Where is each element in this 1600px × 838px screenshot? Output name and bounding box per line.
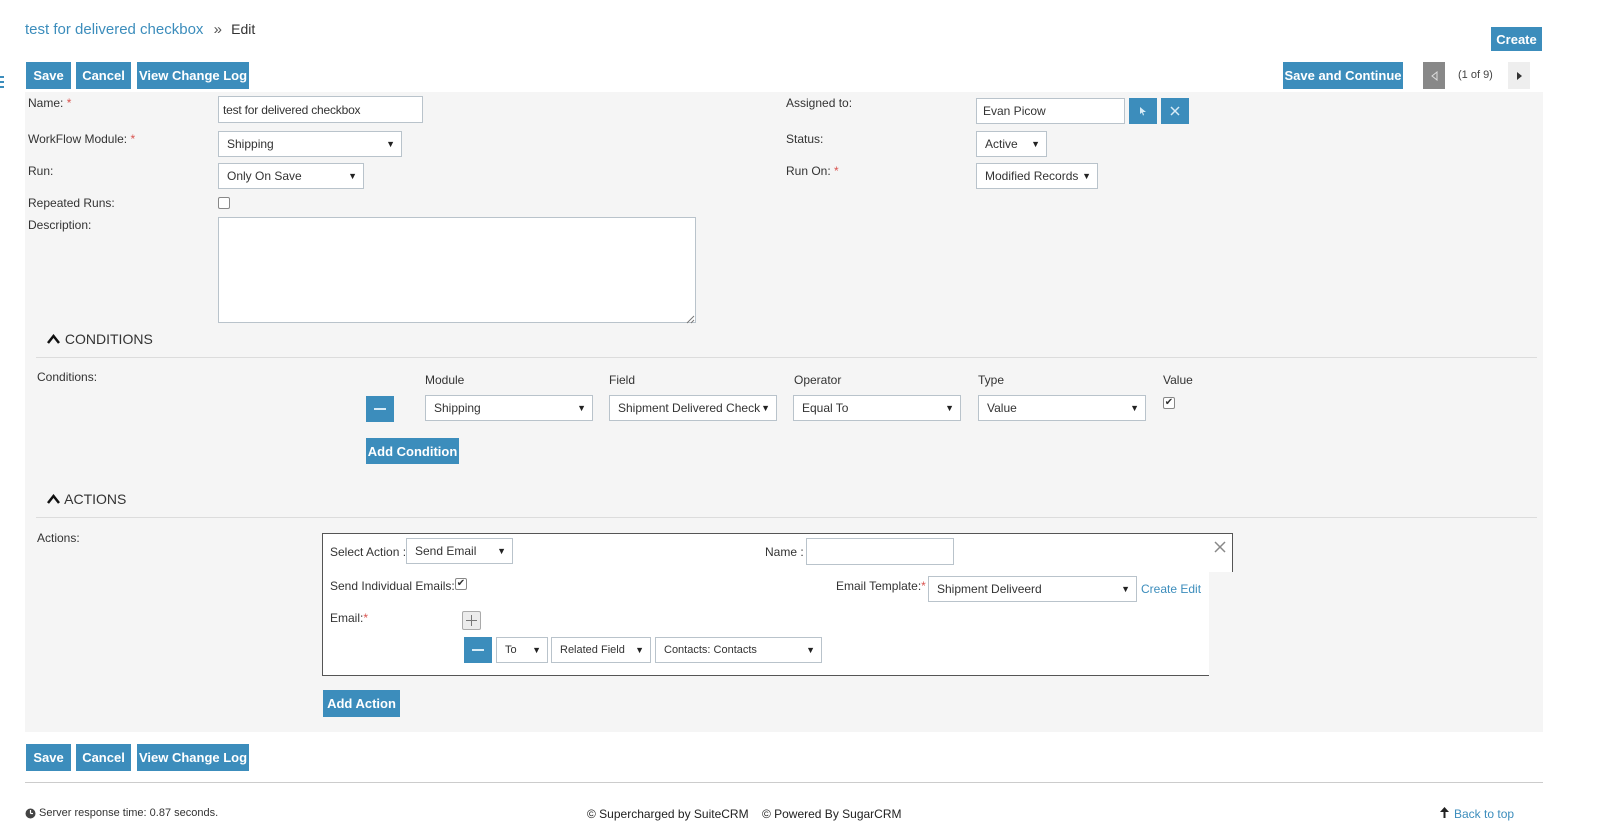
actions-divider bbox=[36, 517, 1537, 518]
email-template-select[interactable]: Shipment Deliveerd ▼ bbox=[928, 576, 1137, 602]
recipient-to-select[interactable]: To ▼ bbox=[496, 637, 548, 663]
footer-divider bbox=[25, 782, 1543, 783]
collapse-icon[interactable] bbox=[47, 491, 61, 507]
name-field[interactable]: test for delivered checkbox bbox=[218, 96, 423, 123]
footer-credits: © Supercharged by SuiteCRM © Powered By … bbox=[587, 807, 902, 821]
condition-value-checkbox[interactable]: ✔ bbox=[1163, 397, 1175, 409]
run-label: Run: bbox=[28, 164, 54, 178]
create-button[interactable]: Create bbox=[1491, 27, 1542, 51]
plus-icon[interactable] bbox=[462, 611, 481, 630]
email-template-label: Email Template:* bbox=[836, 579, 926, 593]
create-template-link[interactable]: Create bbox=[1141, 582, 1177, 596]
chevron-down-icon: ▼ bbox=[577, 403, 586, 413]
select-action-select[interactable]: Send Email ▼ bbox=[406, 538, 513, 564]
chevron-down-icon: ▼ bbox=[945, 403, 954, 413]
conditions-label: Conditions: bbox=[37, 370, 98, 384]
cancel-button-bottom[interactable]: Cancel bbox=[76, 744, 131, 771]
change-log-button-bottom[interactable]: View Change Log bbox=[137, 744, 249, 771]
status-select[interactable]: Active ▼ bbox=[976, 131, 1047, 157]
run-on-label: Run On: * bbox=[786, 164, 839, 178]
next-record-icon[interactable] bbox=[1508, 62, 1530, 89]
chevron-down-icon: ▼ bbox=[635, 645, 644, 655]
workflow-module-label: WorkFlow Module: * bbox=[28, 132, 136, 146]
record-title-link[interactable]: test for delivered checkbox bbox=[25, 21, 203, 38]
select-action-label: Select Action : bbox=[330, 545, 407, 559]
column-type: Type bbox=[978, 373, 1005, 387]
column-operator: Operator bbox=[794, 373, 842, 387]
condition-field-select[interactable]: Shipment Delivered Check ▼ bbox=[609, 395, 777, 421]
name-label: Name: * bbox=[28, 96, 72, 110]
condition-module-select[interactable]: Shipping ▼ bbox=[425, 395, 593, 421]
column-field: Field bbox=[609, 373, 636, 387]
action-name-field[interactable] bbox=[806, 538, 954, 565]
chevron-down-icon: ▼ bbox=[1031, 139, 1040, 149]
send-individual-checkbox[interactable]: ✔ bbox=[455, 578, 467, 590]
description-textarea[interactable] bbox=[218, 217, 696, 323]
collapse-icon[interactable] bbox=[47, 331, 61, 347]
conditions-divider bbox=[36, 357, 1537, 358]
sidebar-toggle-icon[interactable] bbox=[0, 76, 4, 90]
template-links: Create Edit bbox=[1141, 582, 1201, 596]
assigned-to-field[interactable]: Evan Picow bbox=[976, 98, 1125, 124]
action-name-label: Name : bbox=[765, 545, 804, 559]
chevron-down-icon: ▼ bbox=[348, 171, 357, 181]
send-individual-label: Send Individual Emails: bbox=[330, 579, 455, 593]
sugarcrm-link[interactable]: © Powered By SugarCRM bbox=[762, 807, 902, 821]
recipient-type-select[interactable]: Related Field ▼ bbox=[551, 637, 651, 663]
breadcrumb-separator: » bbox=[213, 21, 222, 38]
chevron-down-icon: ▼ bbox=[761, 403, 770, 413]
run-on-select[interactable]: Modified Records ▼ bbox=[976, 163, 1098, 189]
run-select[interactable]: Only On Save ▼ bbox=[218, 163, 364, 189]
conditions-section-header[interactable]: CONDITIONS bbox=[47, 331, 153, 347]
remove-condition-icon[interactable] bbox=[366, 396, 394, 422]
close-icon[interactable] bbox=[1214, 541, 1226, 553]
chevron-down-icon: ▼ bbox=[1082, 171, 1091, 181]
action-box-bottom-cover bbox=[1209, 572, 1234, 677]
suitecrm-link[interactable]: © Supercharged by SuiteCRM bbox=[587, 807, 749, 821]
remove-recipient-icon[interactable] bbox=[464, 637, 492, 663]
prev-record-icon[interactable] bbox=[1423, 62, 1445, 89]
breadcrumb: test for delivered checkbox » Edit bbox=[25, 21, 255, 38]
edit-template-link[interactable]: Edit bbox=[1180, 582, 1201, 596]
column-value: Value bbox=[1163, 373, 1193, 387]
clear-user-icon[interactable] bbox=[1161, 98, 1189, 124]
condition-operator-select[interactable]: Equal To ▼ bbox=[793, 395, 961, 421]
email-label: Email:* bbox=[330, 611, 369, 625]
save-button-bottom[interactable]: Save bbox=[26, 744, 71, 771]
save-continue-button[interactable]: Save and Continue bbox=[1283, 62, 1403, 89]
page-mode: Edit bbox=[231, 21, 256, 37]
workflow-module-select[interactable]: Shipping ▼ bbox=[218, 131, 402, 157]
actions-section-header[interactable]: ACTIONS bbox=[47, 491, 126, 507]
chevron-down-icon: ▼ bbox=[497, 546, 506, 556]
assigned-to-label: Assigned to: bbox=[786, 96, 853, 110]
chevron-down-icon: ▼ bbox=[1130, 403, 1139, 413]
condition-type-select[interactable]: Value ▼ bbox=[978, 395, 1146, 421]
select-user-icon[interactable] bbox=[1129, 98, 1157, 124]
repeated-runs-checkbox[interactable] bbox=[218, 197, 230, 209]
repeated-runs-label: Repeated Runs: bbox=[28, 196, 115, 210]
server-response: Server response time: 0.87 seconds. bbox=[25, 807, 218, 819]
back-to-top-link[interactable]: Back to top bbox=[1440, 807, 1514, 821]
description-label: Description: bbox=[28, 218, 92, 232]
add-condition-button[interactable]: Add Condition bbox=[366, 438, 459, 464]
status-label: Status: bbox=[786, 132, 824, 146]
add-action-button[interactable]: Add Action bbox=[323, 690, 400, 717]
recipient-field-select[interactable]: Contacts: Contacts ▼ bbox=[655, 637, 822, 663]
arrow-up-icon bbox=[1440, 807, 1449, 821]
chevron-down-icon: ▼ bbox=[532, 645, 541, 655]
pagination-count: (1 of 9) bbox=[1458, 69, 1493, 81]
actions-label: Actions: bbox=[37, 531, 80, 545]
change-log-button-top[interactable]: View Change Log bbox=[137, 62, 249, 89]
column-module: Module bbox=[425, 373, 465, 387]
cancel-button-top[interactable]: Cancel bbox=[76, 62, 131, 89]
save-button-top[interactable]: Save bbox=[26, 62, 71, 89]
resize-handle-icon[interactable] bbox=[686, 313, 695, 324]
clock-icon bbox=[25, 808, 36, 819]
chevron-down-icon: ▼ bbox=[386, 139, 395, 149]
chevron-down-icon: ▼ bbox=[1121, 584, 1130, 594]
chevron-down-icon: ▼ bbox=[806, 645, 815, 655]
